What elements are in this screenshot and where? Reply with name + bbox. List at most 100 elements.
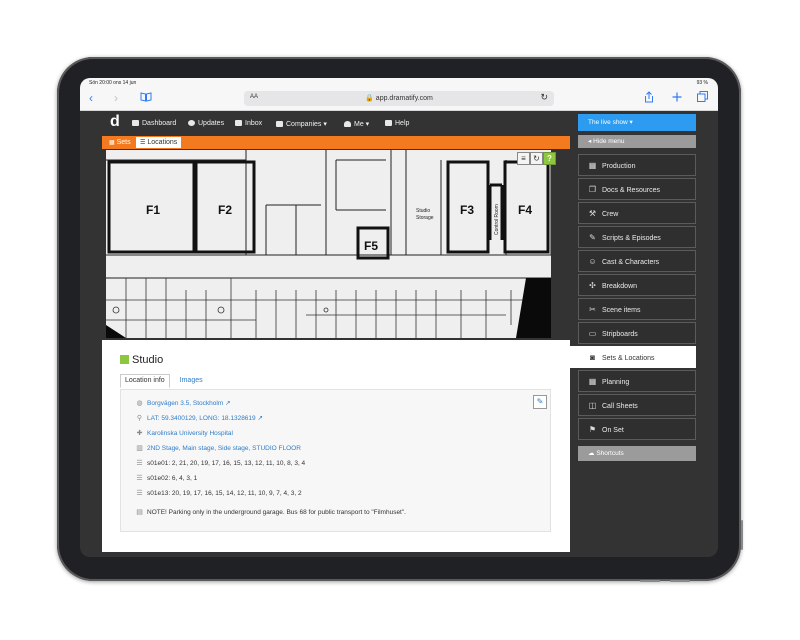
briefcase-icon — [276, 121, 283, 127]
menu-item-on-set[interactable]: ⚑ On Set — [578, 418, 696, 440]
room-label-f4: F4 — [518, 203, 532, 217]
menu-label: Scripts & Episodes — [602, 235, 661, 242]
top-nav: d Dashboard Updates Inbox Companies ▾ Me… — [102, 114, 572, 134]
top-button-2 — [670, 580, 690, 582]
floor-plan-map[interactable]: F1 F2 F3 F4 F5 Studio Storage Control Ro… — [106, 150, 551, 338]
menu-label: Crew — [602, 211, 619, 218]
stripboard-icon: ▭ — [588, 329, 597, 338]
scene-text-3: s01e13: 20, 19, 17, 16, 15, 14, 12, 11, … — [147, 490, 302, 497]
room-label-f3: F3 — [460, 203, 474, 217]
scene-row: ☰ s01e02: 6, 4, 3, 1 — [135, 474, 197, 482]
menu-label: Cast & Characters — [602, 259, 660, 266]
user-icon — [344, 121, 351, 127]
menu-item-production[interactable]: ▦ Production — [578, 154, 696, 176]
edit-pencil-icon[interactable]: ✎ — [533, 395, 547, 409]
menu-item-sets-locations[interactable]: ◙ Sets & Locations — [570, 346, 696, 368]
scenes-icon: ☰ — [136, 460, 143, 467]
menu-label: Production — [602, 163, 636, 170]
url-label: app.dramatify.com — [375, 95, 433, 102]
calendar-icon: ▦ — [588, 377, 597, 386]
menu-item-stripboards[interactable]: ▭ Stripboards — [578, 322, 696, 344]
film-icon: ▦ — [588, 161, 597, 170]
map-help-button[interactable]: ? — [543, 152, 556, 165]
menu-label: Docs & Resources — [602, 187, 660, 194]
forward-button[interactable]: › — [114, 91, 118, 105]
hospital-cross-icon: ✚ — [136, 430, 143, 437]
nav-help[interactable]: Help — [385, 120, 409, 127]
hide-menu-label: Hide menu — [593, 138, 625, 145]
status-bar: Sön 20:00 ons 14 jun 93 % — [80, 78, 718, 88]
external-link-icon-2[interactable]: ↗ — [257, 415, 262, 422]
map-pin-icon: ⚲ — [136, 415, 143, 422]
screen: Sön 20:00 ons 14 jun 93 % ‹ › AA 🔒 app.d… — [80, 78, 718, 557]
grid-icon: ▦ — [109, 140, 115, 146]
lock-icon: 🔒 — [365, 95, 374, 102]
hospital-link[interactable]: Karolinska University Hospital — [147, 430, 233, 437]
map-list-icon[interactable]: ≡ — [517, 152, 530, 165]
nav-me[interactable]: Me ▾ — [344, 120, 369, 128]
nav-me-label: Me ▾ — [354, 121, 370, 128]
menu-item-scripts[interactable]: ✎ Scripts & Episodes — [578, 226, 696, 248]
new-tab-icon[interactable] — [672, 91, 682, 105]
clapper-icon: ◫ — [588, 401, 597, 410]
note-text: NOTE! Parking only in the underground ga… — [147, 509, 406, 516]
nav-help-label: Help — [395, 120, 410, 127]
external-link-icon[interactable]: ↗ — [225, 400, 230, 407]
menu-label: Scene items — [602, 307, 641, 314]
nav-updates-label: Updates — [198, 120, 225, 127]
menu-label: Stripboards — [602, 331, 638, 338]
tab-sets-label: Sets — [116, 139, 131, 146]
tabs-overview-icon[interactable] — [697, 91, 708, 105]
menu-item-docs[interactable]: ❐ Docs & Resources — [578, 178, 696, 200]
stages-links[interactable]: 2ND Stage, Main stage, Side stage, STUDI… — [147, 445, 301, 452]
nav-dashboard-label: Dashboard — [142, 120, 177, 127]
scenes-icon: ☰ — [136, 490, 143, 497]
list-icon: ☰ — [140, 140, 146, 146]
back-button[interactable]: ‹ — [89, 91, 93, 105]
project-selector-button[interactable]: The live show ▾ — [578, 114, 696, 131]
nav-companies[interactable]: Companies ▾ — [276, 120, 327, 128]
menu-item-scene-items[interactable]: ✂ Scene items — [578, 298, 696, 320]
menu-item-breakdown[interactable]: ✣ Breakdown — [578, 274, 696, 296]
menu-item-call-sheets[interactable]: ◫ Call Sheets — [578, 394, 696, 416]
address-link[interactable]: Borgvägen 3.5, Stockholm — [147, 400, 223, 407]
note-icon: ▤ — [136, 509, 143, 516]
dashboard-icon — [132, 120, 139, 126]
tab-locations[interactable]: ☰ Locations — [136, 137, 182, 148]
tab-images[interactable]: Images — [176, 375, 207, 387]
shortcuts-button[interactable]: ☁ Shortcuts — [578, 446, 696, 461]
coords-link[interactable]: LAT: 59.3400129, LONG: 18.1328619 — [147, 415, 256, 422]
nav-dashboard[interactable]: Dashboard — [132, 120, 176, 127]
share-icon[interactable] — [644, 91, 654, 106]
documents-icon: ❐ — [588, 185, 597, 194]
help-icon — [385, 120, 392, 126]
reload-icon[interactable]: ↻ — [540, 92, 548, 103]
map-refresh-icon[interactable]: ↻ — [530, 152, 543, 165]
dramatify-logo[interactable]: d — [110, 114, 124, 132]
nav-inbox[interactable]: Inbox — [235, 120, 262, 127]
globe-icon: ◍ — [136, 400, 143, 407]
floor-plan-drawing: F1 F2 F3 F4 F5 Studio Storage Control Ro… — [106, 150, 551, 338]
nav-updates[interactable]: Updates — [188, 120, 224, 127]
menu-item-cast[interactable]: ☺ Cast & Characters — [578, 250, 696, 272]
bookmarks-icon[interactable] — [140, 91, 152, 105]
scene-row: ☰ s01e13: 20, 19, 17, 16, 15, 14, 12, 11,… — [135, 489, 302, 497]
nav-companies-label: Companies ▾ — [286, 121, 327, 128]
hospital-row: ✚ Karolinska University Hospital — [135, 429, 233, 437]
menu-label: Planning — [602, 379, 630, 386]
location-subtabs: Location info Images — [120, 374, 207, 388]
address-bar[interactable]: AA 🔒 app.dramatify.com ↻ — [244, 91, 554, 106]
scenes-icon: ☰ — [136, 475, 143, 482]
menu-label: Call Sheets — [602, 403, 638, 410]
address-row: ◍ Borgvägen 3.5, Stockholm ↗ — [135, 399, 230, 407]
tab-sets[interactable]: ▦ Sets — [105, 137, 135, 148]
hide-menu-button[interactable]: ◂ Hide menu — [578, 135, 696, 148]
hide-menu-icon: ◂ — [588, 138, 592, 145]
status-time: Sön 20:00 ons 14 jun — [89, 80, 137, 86]
scene-text-1: s01e01: 2, 21, 20, 19, 17, 16, 15, 13, 1… — [147, 460, 306, 467]
browser-toolbar: ‹ › AA 🔒 app.dramatify.com ↻ — [80, 88, 718, 111]
menu-item-planning[interactable]: ▦ Planning — [578, 370, 696, 392]
menu-item-crew[interactable]: ⚒ Crew — [578, 202, 696, 224]
tab-location-info[interactable]: Location info — [120, 374, 170, 388]
menu-label: Breakdown — [602, 283, 638, 290]
